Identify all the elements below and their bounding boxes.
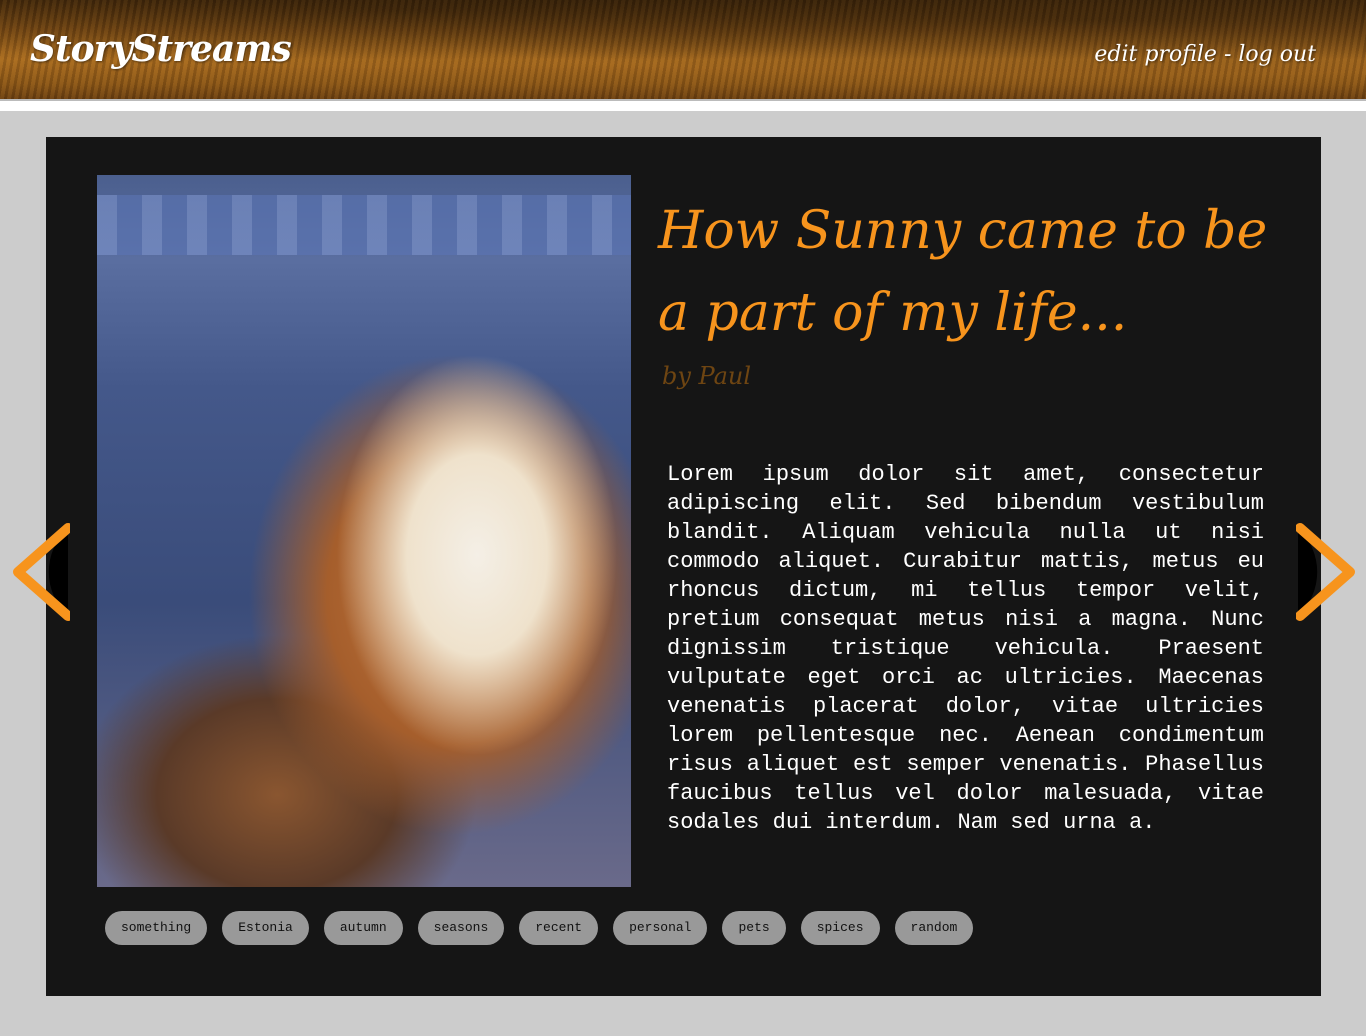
log-out-link[interactable]: log out — [1238, 42, 1316, 67]
tag-spices[interactable]: spices — [800, 911, 880, 945]
edit-profile-link[interactable]: edit profile — [1094, 42, 1217, 67]
tag-random[interactable]: random — [894, 911, 974, 945]
tag-seasons[interactable]: seasons — [417, 911, 505, 945]
tag-estonia[interactable]: Estonia — [222, 911, 309, 945]
chevron-right-icon — [1295, 523, 1355, 621]
next-story-button[interactable] — [1295, 520, 1358, 624]
site-logo[interactable]: StoryStreams — [30, 28, 292, 70]
header-divider — [0, 99, 1366, 111]
story-photo — [97, 175, 631, 887]
nav-separator: - — [1216, 42, 1239, 67]
previous-story-button[interactable] — [8, 520, 73, 624]
tag-list: something Estonia autumn seasons recent … — [105, 911, 974, 945]
story-title: How Sunny came to be a part of my life..… — [658, 201, 1268, 343]
tag-something[interactable]: something — [105, 911, 208, 945]
story-author: by Paul — [662, 362, 752, 390]
user-nav: edit profile - log out — [1094, 42, 1316, 67]
chevron-left-icon — [13, 523, 73, 621]
tag-recent[interactable]: recent — [519, 911, 599, 945]
story-body: Lorem ipsum dolor sit amet, consectetur … — [667, 462, 1264, 835]
tag-pets[interactable]: pets — [722, 911, 786, 945]
tag-personal[interactable]: personal — [613, 911, 708, 945]
wallpaper-border — [97, 195, 631, 255]
tag-autumn[interactable]: autumn — [323, 911, 403, 945]
